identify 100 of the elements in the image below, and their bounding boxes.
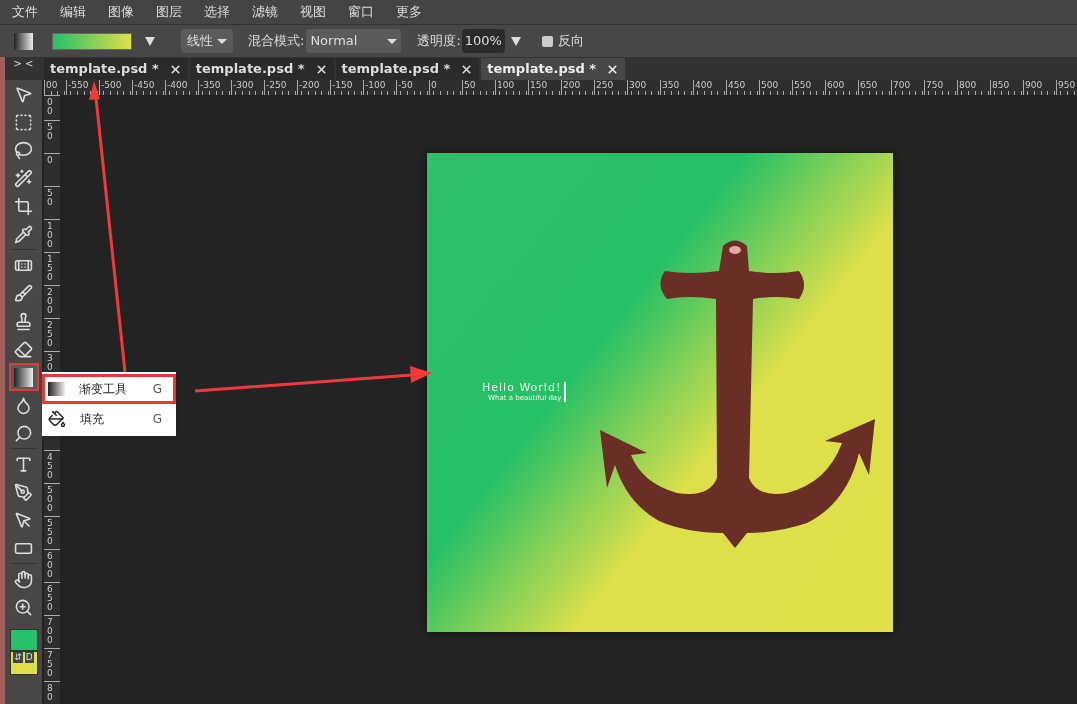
caret-icon	[217, 38, 227, 44]
ruler-label: 30	[47, 354, 53, 372]
drop-icon	[14, 395, 33, 415]
eyedropper-icon	[14, 224, 33, 244]
magic-wand-icon	[14, 168, 33, 188]
document-tab[interactable]: template.psd *	[335, 58, 480, 80]
document-tab[interactable]: template.psd *	[481, 58, 626, 80]
shortcut-label: G	[152, 411, 162, 428]
gradient-swatch[interactable]	[52, 32, 132, 50]
ruler-label: 500	[761, 80, 779, 90]
collapse-toggle[interactable]: > <	[5, 57, 42, 80]
close-icon[interactable]	[168, 62, 182, 76]
tab-label: template.psd *	[487, 60, 597, 79]
ruler-label: 950	[1058, 80, 1076, 90]
pen-icon	[14, 482, 33, 502]
crop-icon	[14, 196, 33, 216]
paint-bucket-icon	[48, 410, 66, 428]
ruler-label: 00	[46, 80, 58, 90]
ruler-label: 0	[431, 80, 437, 90]
ruler-label: 750	[47, 651, 53, 678]
brush-icon	[14, 283, 33, 303]
reverse-checkbox[interactable]	[541, 35, 553, 47]
ruler-label: -350	[200, 80, 221, 90]
ruler-label: 200	[47, 288, 53, 315]
ruler-label: 650	[860, 80, 878, 90]
shortcut-label: G	[152, 381, 162, 398]
document-tab[interactable]: template.psd *	[189, 58, 334, 80]
caret-icon	[387, 38, 398, 44]
dodge-icon	[14, 423, 33, 443]
ruler-label: 450	[47, 453, 53, 480]
ruler-label: 100	[47, 222, 53, 249]
ruler-label: 250	[47, 321, 53, 348]
stamp-icon	[14, 311, 33, 331]
flyout-menu-item[interactable]: 渐变工具 G	[42, 374, 176, 404]
menu-item[interactable]: 更多	[396, 2, 422, 22]
menu-item-label: 渐变工具	[79, 381, 128, 398]
menu-item[interactable]: 视图	[300, 2, 326, 22]
ruler-label: 250	[596, 80, 614, 90]
eraser-icon	[14, 339, 33, 359]
flyout-menu-item[interactable]: 填充 G	[42, 404, 176, 434]
foreground-color-swatch[interactable]	[9, 629, 38, 651]
menu-item-label: 填充	[80, 411, 105, 428]
ruler-label: 550	[47, 519, 53, 546]
ruler-label: 700	[893, 80, 911, 90]
ruler-label: 50	[464, 80, 476, 90]
ruler-label: 0	[47, 156, 53, 165]
ruler-label: 900	[1025, 80, 1043, 90]
ruler-label: -250	[266, 80, 287, 90]
menu-item[interactable]: 图像	[108, 2, 134, 22]
ruler-label: 550	[794, 80, 812, 90]
ruler-label: -50	[398, 80, 413, 90]
ruler-label: 00	[47, 98, 53, 116]
dropdown-arrow-icon[interactable]	[510, 36, 521, 46]
close-icon[interactable]	[314, 62, 328, 76]
lasso-icon	[14, 140, 33, 160]
ruler-label: 800	[959, 80, 977, 90]
ruler-label: 150	[530, 80, 548, 90]
menu-item[interactable]: 图层	[156, 2, 182, 22]
menu-item[interactable]: 选择	[204, 2, 230, 22]
menu-item[interactable]: 文件	[12, 2, 38, 22]
opacity-label: 透明度:	[417, 32, 461, 51]
menu-item[interactable]: 编辑	[60, 2, 86, 22]
ruler-label: -150	[332, 80, 353, 90]
ruler-label: 450	[728, 80, 746, 90]
ruler-label: 500	[47, 486, 53, 513]
gradient-icon	[48, 382, 65, 396]
ruler-label: -400	[167, 80, 188, 90]
type-icon	[14, 454, 33, 474]
ruler-label: 650	[47, 585, 53, 612]
path-select-icon	[14, 510, 33, 530]
document-tab[interactable]: template.psd *	[44, 58, 188, 80]
tool-button[interactable]	[8, 363, 39, 391]
ruler-label: 350	[662, 80, 680, 90]
background-color-swatch[interactable]: ⇵ D	[9, 651, 38, 675]
ruler-label: -200	[299, 80, 320, 90]
ruler-label: -300	[233, 80, 254, 90]
ruler-label: 80	[47, 684, 53, 702]
ruler-label: -450	[134, 80, 155, 90]
ruler-label: 600	[47, 552, 53, 579]
zoom-icon	[14, 597, 33, 617]
ruler-label: 600	[827, 80, 845, 90]
canvas-title-text: Hello World!	[482, 382, 562, 394]
ruler-label: 100	[497, 80, 515, 90]
move-tool-icon	[14, 84, 33, 104]
ruler-label: 50	[47, 123, 53, 141]
swap-colors-glyph[interactable]: ⇵	[13, 652, 23, 663]
ruler-label: 850	[992, 80, 1010, 90]
ruler-label: 750	[926, 80, 944, 90]
gradient-type-dropdown[interactable]: 线性	[181, 29, 233, 53]
text-cursor	[564, 382, 567, 402]
default-colors-glyph[interactable]: D	[24, 652, 34, 663]
tab-label: template.psd *	[341, 60, 451, 79]
tab-label: template.psd *	[195, 60, 305, 79]
opacity-field[interactable]: 100%	[461, 29, 505, 53]
menu-item[interactable]: 滤镜	[252, 2, 278, 22]
ruler-label: 50	[47, 189, 53, 207]
ruler-label: 700	[47, 618, 53, 645]
blend-mode-dropdown[interactable]: Normal	[306, 29, 402, 53]
dropdown-arrow-icon[interactable]	[145, 36, 155, 46]
menu-item[interactable]: 窗口	[348, 2, 374, 22]
